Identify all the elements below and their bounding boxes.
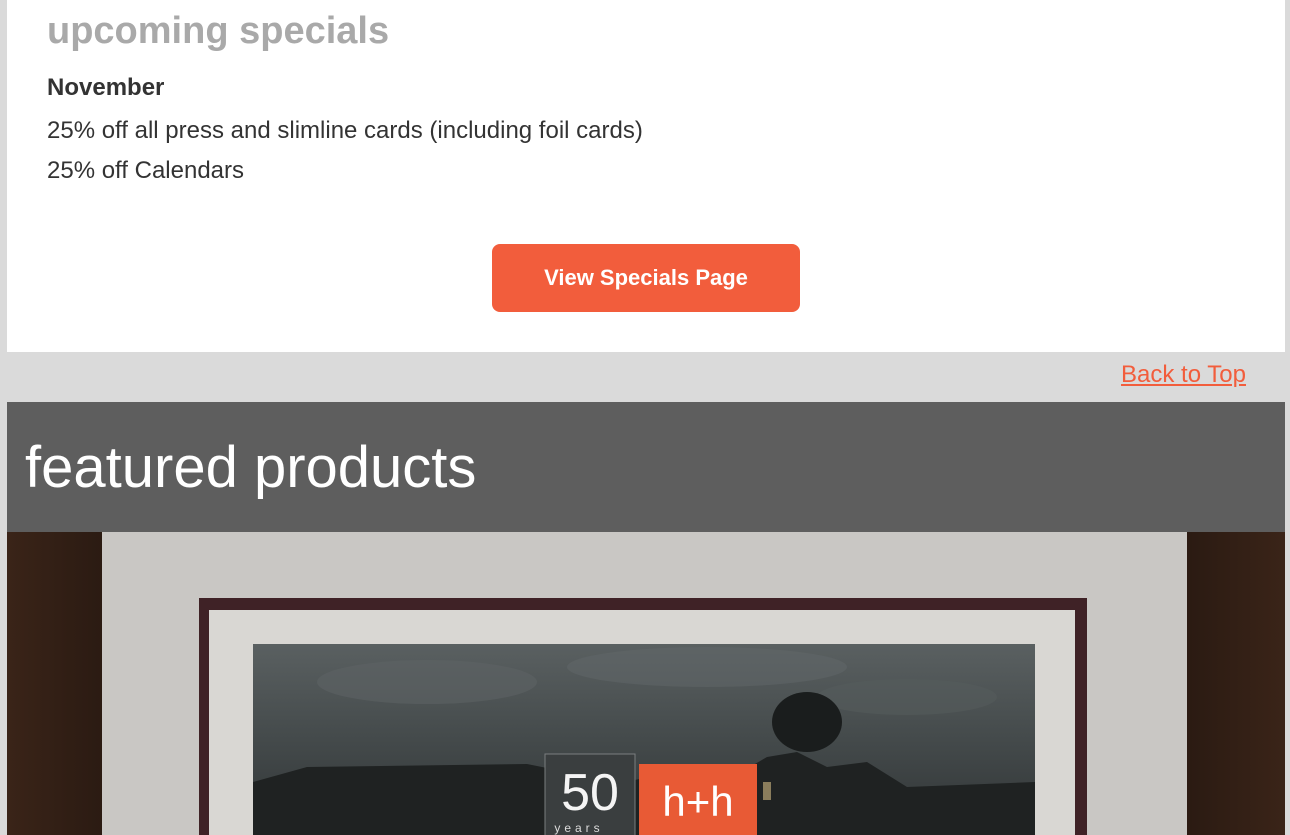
special-item: 25% off Calendars	[47, 157, 245, 184]
featured-product-image[interactable]: 50 years h+h	[7, 532, 1285, 835]
specials-title: upcoming specials	[47, 10, 390, 52]
featured-title: featured products	[25, 435, 477, 500]
back-to-top-link[interactable]: Back to Top	[1121, 361, 1246, 389]
svg-text:years: years	[554, 821, 603, 835]
hh-50-years-logo: 50 years h+h	[544, 753, 757, 835]
view-specials-button[interactable]: View Specials Page	[492, 244, 800, 312]
special-item: 25% off all press and slimline cards (in…	[47, 117, 643, 144]
svg-text:50: 50	[561, 764, 619, 822]
svg-text:h+h: h+h	[662, 778, 733, 825]
featured-header: featured products	[7, 402, 1285, 532]
specials-month: November	[47, 74, 165, 101]
specials-card: upcoming specials November 25% off all p…	[7, 0, 1285, 352]
product-photo: 50 years h+h	[102, 532, 1187, 835]
